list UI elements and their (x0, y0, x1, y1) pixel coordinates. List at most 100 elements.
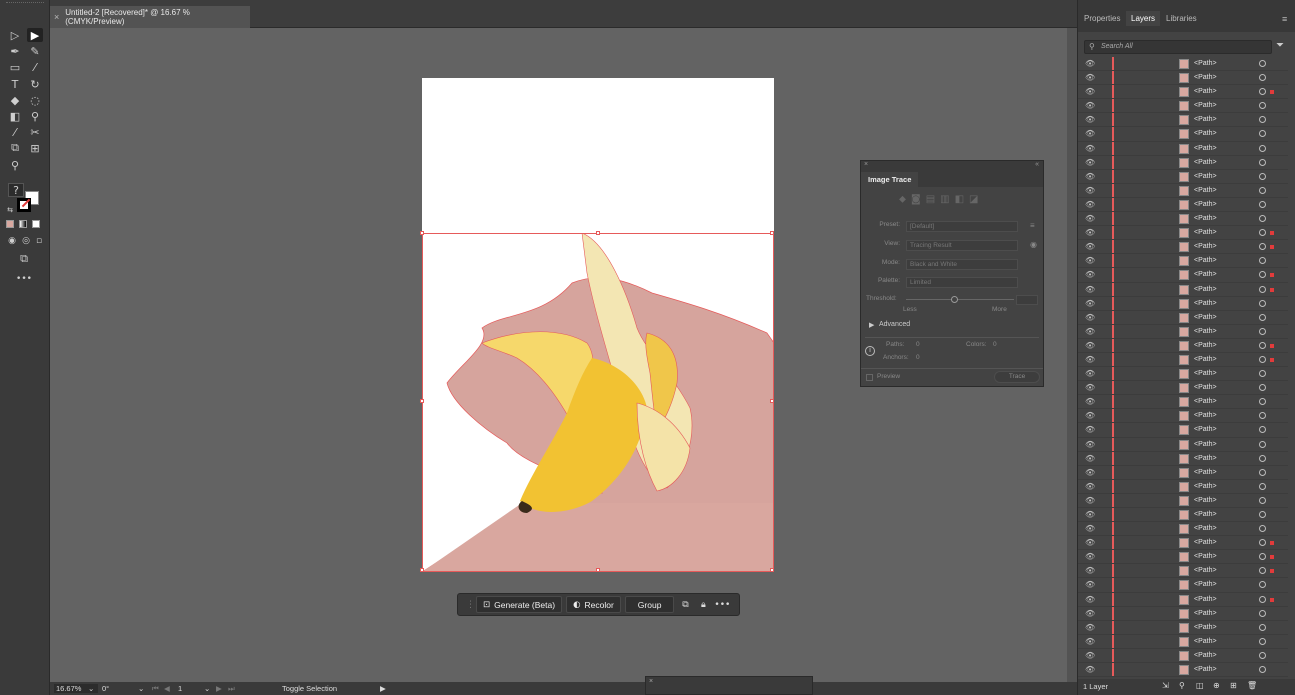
layer-name[interactable]: <Path> (1194, 145, 1217, 152)
layer-row[interactable]: 👁︎ <Path> (1078, 367, 1288, 382)
mode-select[interactable]: Black and White (906, 259, 1018, 270)
target-circle-icon[interactable] (1259, 200, 1266, 208)
palette-select[interactable]: Limited (906, 277, 1018, 288)
advanced-toggle[interactable]: ▶ Advanced (866, 321, 1040, 333)
layer-name[interactable]: <Path> (1194, 243, 1217, 250)
next-artboard-icon[interactable]: ▶ (216, 684, 222, 693)
taskbar-grip-icon[interactable]: ⋮ (466, 600, 475, 610)
artboard-dropdown-icon[interactable]: ⌄ (204, 684, 210, 693)
filter-icon[interactable]: ⏷ (1276, 40, 1284, 51)
layer-row[interactable]: 👁︎ <Path> (1078, 437, 1288, 452)
target-circle-icon[interactable] (1259, 370, 1266, 378)
visibility-eye-icon[interactable]: 👁︎ (1085, 228, 1095, 237)
visibility-eye-icon[interactable]: 👁︎ (1085, 285, 1095, 294)
target-circle-icon[interactable] (1259, 88, 1266, 96)
layer-name[interactable]: <Path> (1194, 638, 1217, 645)
target-circle-icon[interactable] (1259, 144, 1266, 152)
resize-handle[interactable] (770, 399, 774, 403)
tab-layers[interactable]: Layers (1126, 11, 1161, 26)
target-circle-icon[interactable] (1259, 215, 1266, 223)
gradient-mode-icon[interactable] (19, 220, 27, 228)
none-mode-icon[interactable] (32, 220, 40, 228)
layer-row[interactable]: 👁︎ <Path> (1078, 606, 1288, 621)
target-circle-icon[interactable] (1259, 398, 1266, 406)
layer-name[interactable]: <Path> (1194, 455, 1217, 462)
layer-row[interactable]: 👁︎ <Path> (1078, 324, 1288, 339)
visibility-eye-icon[interactable]: 👁︎ (1085, 115, 1095, 124)
layer-name[interactable]: <Path> (1194, 187, 1217, 194)
prev-artboard-icon[interactable]: ◀ (164, 684, 170, 693)
visibility-eye-icon[interactable]: 👁︎ (1085, 552, 1095, 561)
layer-name[interactable]: <Path> (1194, 215, 1217, 222)
target-circle-icon[interactable] (1259, 341, 1266, 349)
visibility-eye-icon[interactable]: 👁︎ (1085, 355, 1095, 364)
resize-handle[interactable] (420, 231, 424, 235)
layer-row[interactable]: 👁︎ <Path> (1078, 663, 1288, 678)
recolor-button[interactable]: ◐ Recolor (566, 596, 621, 613)
layer-row[interactable]: 👁︎ <Path> (1078, 409, 1288, 424)
layer-row[interactable]: 👁︎ <Path> (1078, 592, 1288, 607)
document-tab[interactable]: × Untitled-2 [Recovered]* @ 16.67 % (CMY… (50, 6, 250, 28)
more-tools-icon[interactable]: ••• (16, 272, 32, 286)
layer-name[interactable]: <Path> (1194, 116, 1217, 123)
selected-art-indicator[interactable] (1270, 343, 1274, 348)
visibility-eye-icon[interactable]: 👁︎ (1085, 665, 1095, 674)
visibility-eye-icon[interactable]: 👁︎ (1085, 186, 1095, 195)
puppet-warp-tool-icon[interactable]: ✂ (27, 125, 43, 139)
layer-name[interactable]: <Path> (1194, 581, 1217, 588)
target-circle-icon[interactable] (1259, 553, 1266, 561)
visibility-eye-icon[interactable]: 👁︎ (1085, 256, 1095, 265)
collapse-panel-icon[interactable]: « (1035, 161, 1039, 168)
layers-scrollbar[interactable] (1289, 57, 1294, 679)
visibility-eye-icon[interactable]: 👁︎ (1085, 623, 1095, 632)
new-sublayer-icon[interactable]: ⊕ (1213, 681, 1220, 690)
layer-row[interactable]: 👁︎ <Path> (1078, 536, 1288, 551)
artboard-number-field[interactable]: 1 (178, 684, 206, 693)
rotate-tool-icon[interactable]: ↻ (27, 77, 43, 91)
gradient-tool-icon[interactable]: ◧ (7, 109, 23, 123)
swap-fill-stroke-icon[interactable]: ⇆ (2, 203, 18, 217)
layer-name[interactable]: <Path> (1194, 130, 1217, 137)
selected-art-indicator[interactable] (1270, 555, 1274, 560)
direct-selection-tool-icon[interactable]: ▶ (27, 28, 43, 42)
layer-row[interactable]: 👁︎ <Path> (1078, 183, 1288, 198)
layer-name[interactable]: <Path> (1194, 469, 1217, 476)
group-button[interactable]: Group (624, 596, 675, 613)
layer-row[interactable]: 👁︎ <Path> (1078, 268, 1288, 283)
layer-row[interactable]: 👁︎ <Path> (1078, 338, 1288, 353)
target-circle-icon[interactable] (1259, 412, 1266, 420)
visibility-eye-icon[interactable]: 👁︎ (1085, 595, 1095, 604)
trace-preset-icons[interactable]: ⬥◙▤▥◧◪ (899, 194, 984, 205)
threshold-value-field[interactable] (1016, 295, 1038, 305)
layer-row[interactable]: 👁︎ <Path> (1078, 296, 1288, 311)
layer-name[interactable]: <Path> (1194, 483, 1217, 490)
preview-checkbox[interactable] (866, 374, 873, 381)
panel-grip[interactable] (6, 2, 44, 10)
visibility-eye-icon[interactable]: 👁︎ (1085, 425, 1095, 434)
target-circle-icon[interactable] (1259, 271, 1266, 279)
more-options-icon[interactable]: ••• (714, 600, 730, 610)
target-circle-icon[interactable] (1259, 257, 1266, 265)
layer-name[interactable]: <Path> (1194, 652, 1217, 659)
selected-art-indicator[interactable] (1270, 273, 1274, 278)
zoom-tool-icon[interactable]: ⚲ (7, 158, 23, 172)
layer-name[interactable]: <Path> (1194, 624, 1217, 631)
target-circle-icon[interactable] (1259, 60, 1266, 67)
preset-menu-icon[interactable]: ≡ (1030, 221, 1035, 230)
layer-row[interactable]: 👁︎ <Path> (1078, 634, 1288, 649)
tab-properties[interactable]: Properties (1084, 14, 1120, 23)
target-circle-icon[interactable] (1259, 496, 1266, 504)
draw-inside-icon[interactable]: ▫ (31, 234, 47, 248)
visibility-eye-icon[interactable]: 👁︎ (1085, 383, 1095, 392)
layer-name[interactable]: <Path> (1194, 412, 1217, 419)
target-circle-icon[interactable] (1259, 243, 1266, 251)
layer-name[interactable]: <Path> (1194, 88, 1217, 95)
layer-name[interactable]: <Path> (1194, 567, 1217, 574)
visibility-eye-icon[interactable]: 👁︎ (1085, 144, 1095, 153)
layer-row[interactable]: 👁︎ <Path> (1078, 381, 1288, 396)
layer-row[interactable]: 👁︎ <Path> (1078, 648, 1288, 664)
layer-name[interactable]: <Path> (1194, 426, 1217, 433)
visibility-eye-icon[interactable]: 👁︎ (1085, 482, 1095, 491)
layer-row[interactable]: 👁︎ <Path> (1078, 550, 1288, 565)
layer-name[interactable]: <Path> (1194, 356, 1217, 363)
